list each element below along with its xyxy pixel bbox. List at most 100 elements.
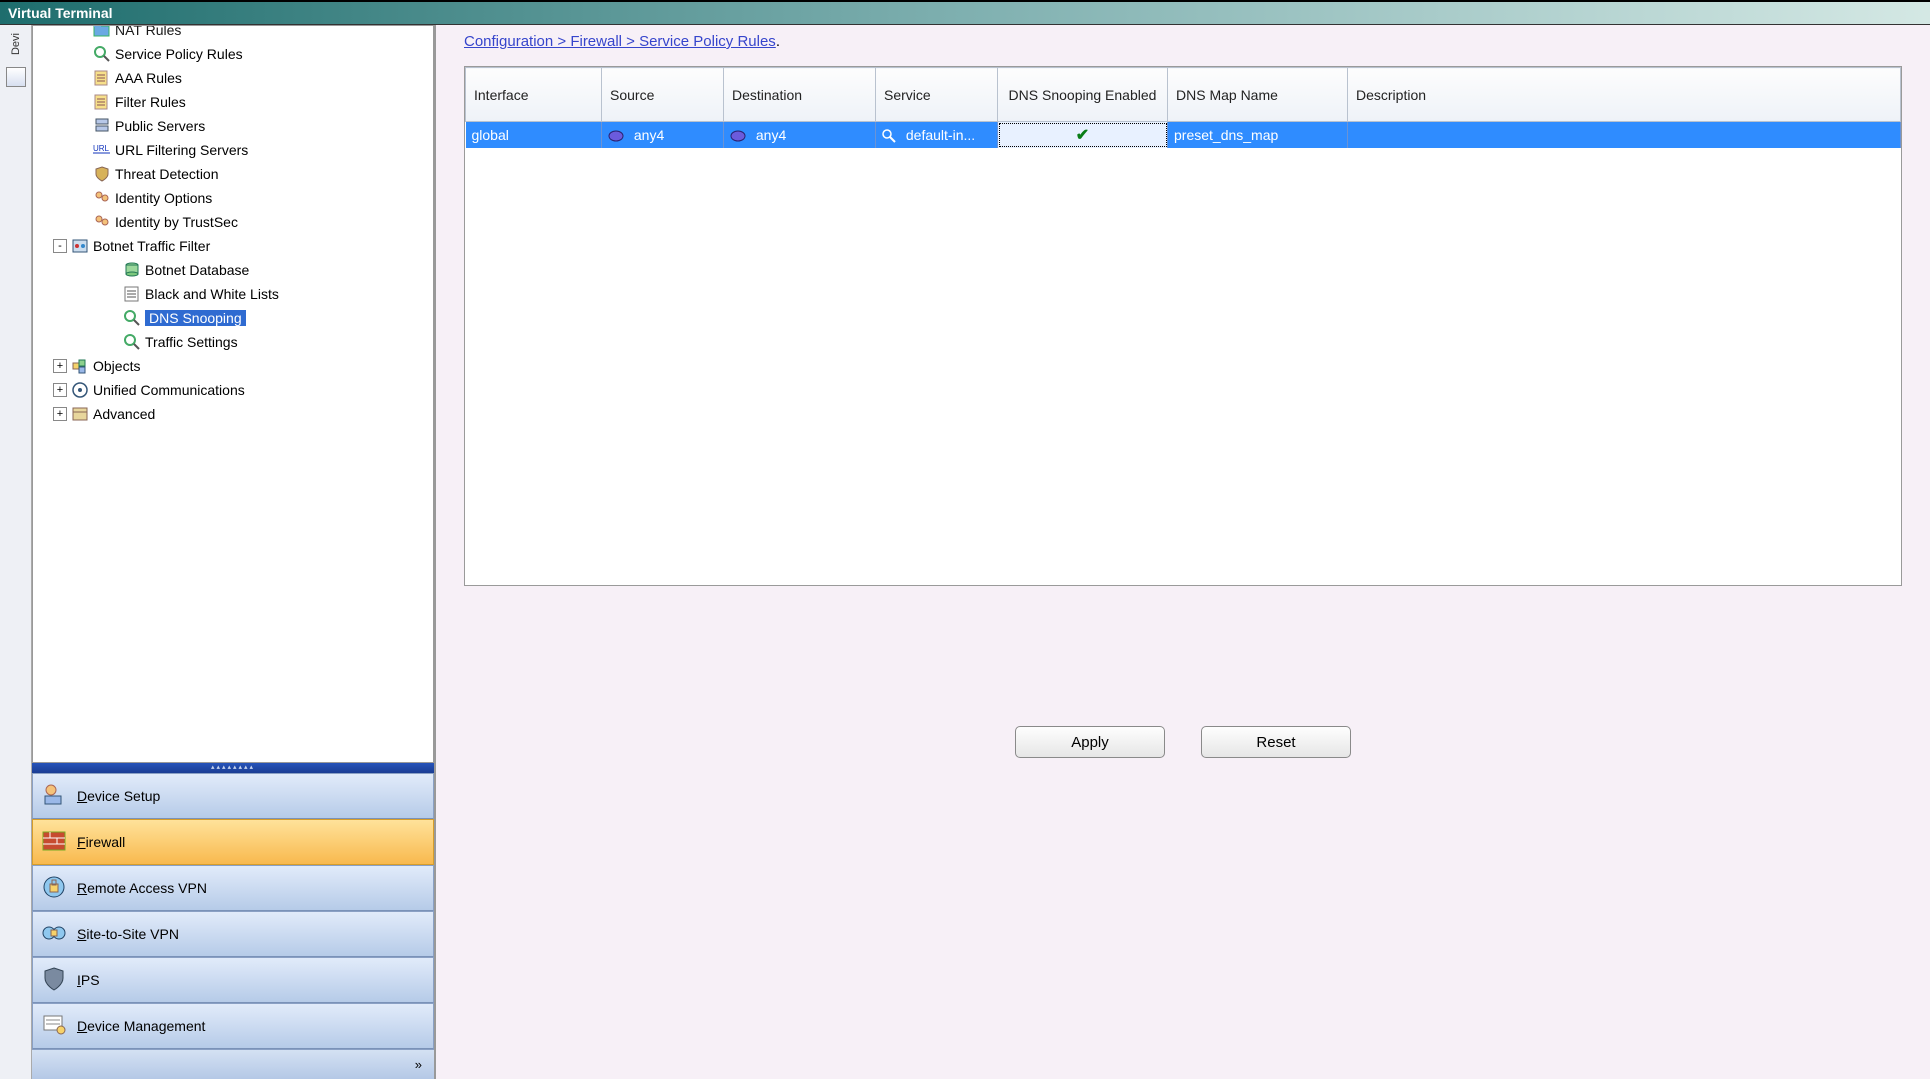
nav-section-device-management[interactable]: Device Management: [32, 1003, 434, 1049]
cell-interface[interactable]: global: [466, 122, 602, 148]
uc-icon: [71, 381, 89, 399]
service-policy-rules-link[interactable]: Configuration > Firewall > Service Polic…: [464, 33, 776, 50]
nav-sections: Device Setup Firewall Remote Access VPN Sit…: [32, 773, 434, 1049]
cell-source[interactable]: any4: [602, 122, 724, 148]
nav-section-label: Site-to-Site VPN: [77, 926, 179, 942]
db-icon: [123, 261, 141, 279]
tree-item-label: URL Filtering Servers: [115, 142, 248, 158]
tree-expander-icon[interactable]: +: [53, 383, 67, 397]
tree-item-public-servers[interactable]: Public Servers: [33, 114, 433, 138]
tree-item-label: Identity Options: [115, 190, 212, 206]
folder-icon: [93, 25, 111, 39]
rules-icon: [93, 69, 111, 87]
cell-dns-map[interactable]: preset_dns_map: [1168, 122, 1348, 148]
link-suffix: .: [776, 33, 780, 50]
tree-item-label: Identity by TrustSec: [115, 214, 238, 230]
magnifier-icon: [882, 129, 896, 143]
nav-section-label: Device Setup: [77, 788, 160, 804]
shield-icon: [93, 165, 111, 183]
tree-item-identity-by-trustsec[interactable]: Identity by TrustSec: [33, 210, 433, 234]
source-any-icon: [608, 130, 624, 142]
devmgmt-icon: [41, 1012, 69, 1040]
col-source[interactable]: Source: [602, 68, 724, 122]
rules-table: Interface Source Destination Service DNS…: [465, 67, 1901, 148]
tree-item-dns-snooping[interactable]: DNS Snooping: [33, 306, 433, 330]
nav-section-label: IPS: [77, 972, 100, 988]
cell-dns-map-text: preset_dns_map: [1174, 127, 1278, 143]
tree-item-url-filtering-servers[interactable]: URL URL Filtering Servers: [33, 138, 433, 162]
tree-item-botnet-traffic-filter[interactable]: - Botnet Traffic Filter: [33, 234, 433, 258]
navigation-tree: NAT RulesService Policy Rules AAA Rules Fi…: [32, 25, 434, 763]
tree-expander-icon[interactable]: -: [53, 239, 67, 253]
tree-item-label: AAA Rules: [115, 70, 182, 86]
nav-section-device-setup[interactable]: Device Setup: [32, 773, 434, 819]
nav-expand-icon[interactable]: »: [415, 1057, 422, 1072]
ips-icon: [41, 966, 69, 994]
cell-destination[interactable]: any4: [724, 122, 876, 148]
rules-icon: [93, 93, 111, 111]
tree-item-label: Botnet Traffic Filter: [93, 238, 210, 254]
tree-item-black-and-white-lists[interactable]: Black and White Lists: [33, 282, 433, 306]
col-destination[interactable]: Destination: [724, 68, 876, 122]
tree-item-botnet-database[interactable]: Botnet Database: [33, 258, 433, 282]
tree-item-label: DNS Snooping: [145, 310, 246, 326]
tree-item-label: Objects: [93, 358, 140, 374]
magnifier-icon: [93, 45, 111, 63]
tree-item-identity-options[interactable]: Identity Options: [33, 186, 433, 210]
col-interface[interactable]: Interface: [466, 68, 602, 122]
window-title: Virtual Terminal: [8, 5, 113, 21]
tree-item-label: Advanced: [93, 406, 155, 422]
col-dns-snooping-enabled[interactable]: DNS Snooping Enabled: [998, 68, 1168, 122]
tree-expander-icon[interactable]: +: [53, 407, 67, 421]
tree-item-traffic-settings[interactable]: Traffic Settings: [33, 330, 433, 354]
tree-item-label: Threat Detection: [115, 166, 219, 182]
tree-item-advanced[interactable]: + Advanced: [33, 402, 433, 426]
tree-item-unified-communications[interactable]: +Unified Communications: [33, 378, 433, 402]
s2svpn-icon: [41, 920, 69, 948]
tree-item-label: Botnet Database: [145, 262, 249, 278]
advanced-icon: [71, 405, 89, 423]
server-icon: [93, 117, 111, 135]
destination-any-icon: [730, 130, 746, 142]
rules-table-pane: Interface Source Destination Service DNS…: [464, 66, 1902, 586]
tree-item-objects[interactable]: + Objects: [33, 354, 433, 378]
nav-footer: »: [32, 1049, 434, 1079]
tree-item-aaa-rules[interactable]: AAA Rules: [33, 66, 433, 90]
splitter-grip[interactable]: ▴▴▴▴▴▴▴▴: [32, 763, 434, 773]
url-icon: URL: [93, 141, 111, 159]
nav-section-remote-access-vpn[interactable]: Remote Access VPN: [32, 865, 434, 911]
cell-source-text: any4: [634, 127, 664, 143]
col-description[interactable]: Description: [1348, 68, 1901, 122]
magnifier-icon: [123, 309, 141, 327]
tree-item-threat-detection[interactable]: Threat Detection: [33, 162, 433, 186]
cell-service[interactable]: default-in...: [876, 122, 998, 148]
list-icon: [123, 285, 141, 303]
device-icon: [41, 782, 69, 810]
nav-section-site-to-site-vpn[interactable]: Site-to-Site VPN: [32, 911, 434, 957]
checkmark-icon: ✔: [1076, 127, 1089, 144]
window-title-bar: Virtual Terminal: [0, 0, 1930, 25]
nav-section-ips[interactable]: IPS: [32, 957, 434, 1003]
tree-item-service-policy-rules[interactable]: Service Policy Rules: [33, 42, 433, 66]
tree-item-label: Public Servers: [115, 118, 205, 134]
apply-button[interactable]: Apply: [1015, 726, 1165, 758]
left-strip-tab-label[interactable]: Devi: [10, 33, 22, 55]
sidebar: NAT RulesService Policy Rules AAA Rules Fi…: [32, 25, 436, 1079]
tree-expander-icon[interactable]: +: [53, 359, 67, 373]
nav-section-firewall[interactable]: Firewall: [32, 819, 434, 865]
svg-text:URL: URL: [93, 144, 110, 153]
nav-section-label: Firewall: [77, 834, 125, 850]
tree-item-nat-rules[interactable]: NAT Rules: [33, 25, 433, 42]
table-row[interactable]: global any4 any4 default-in...: [466, 122, 1901, 148]
document-icon[interactable]: [6, 67, 26, 87]
cell-interface-text: global: [472, 127, 509, 143]
tree-item-filter-rules[interactable]: Filter Rules: [33, 90, 433, 114]
col-dns-map-name[interactable]: DNS Map Name: [1168, 68, 1348, 122]
cell-description[interactable]: [1348, 122, 1901, 148]
identity-icon: [93, 189, 111, 207]
cell-dns-enabled[interactable]: ✔: [998, 122, 1168, 148]
nav-section-label: Remote Access VPN: [77, 880, 207, 896]
reset-button[interactable]: Reset: [1201, 726, 1351, 758]
button-row: Apply Reset: [464, 726, 1902, 758]
col-service[interactable]: Service: [876, 68, 998, 122]
